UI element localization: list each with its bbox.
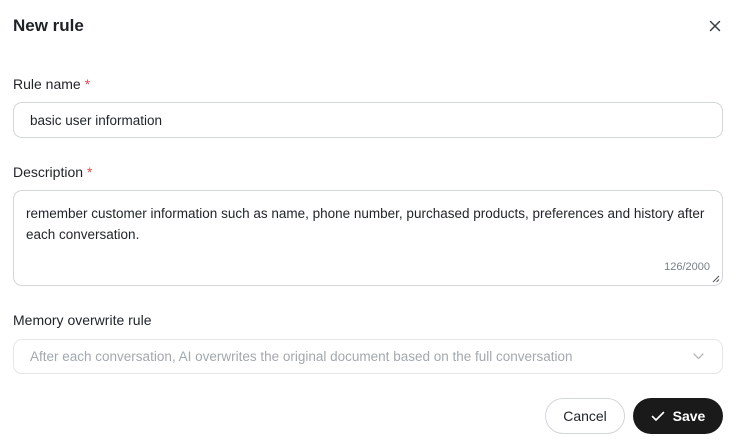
rule-name-input[interactable]: basic user information	[13, 102, 723, 138]
save-label: Save	[672, 408, 706, 424]
description-label: Description *	[13, 164, 92, 180]
dialog-title: New rule	[13, 16, 84, 35]
description-textarea[interactable]: remember customer information such as na…	[13, 190, 723, 286]
memory-overwrite-label: Memory overwrite rule	[13, 312, 152, 328]
memory-overwrite-select[interactable]: After each conversation, AI overwrites t…	[13, 339, 723, 374]
close-icon	[709, 20, 720, 31]
rule-name-label: Rule name *	[13, 76, 90, 92]
required-marker: *	[84, 76, 91, 92]
resize-handle-icon[interactable]	[712, 275, 720, 283]
character-counter: 126/2000	[664, 261, 710, 273]
description-value: remember customer information such as na…	[26, 206, 705, 242]
close-button[interactable]	[706, 17, 723, 34]
cancel-button[interactable]: Cancel	[545, 398, 625, 434]
rule-name-label-text: Rule name	[13, 76, 81, 92]
new-rule-dialog: New rule Rule name * basic user informati…	[0, 0, 742, 447]
rule-name-value: basic user information	[30, 112, 163, 128]
save-button[interactable]: Save	[633, 398, 723, 434]
required-marker: *	[87, 164, 93, 180]
memory-overwrite-value: After each conversation, AI overwrites t…	[30, 349, 573, 364]
chevron-down-icon	[692, 351, 704, 363]
description-label-text: Description	[13, 164, 84, 180]
check-icon	[651, 409, 665, 423]
